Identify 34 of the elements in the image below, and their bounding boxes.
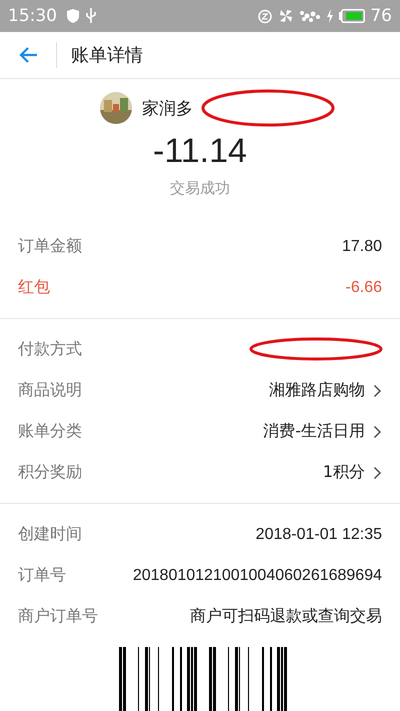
- page-title: 账单详情: [71, 44, 143, 67]
- row-label: 商户订单号: [18, 606, 98, 627]
- row-label: 创建时间: [18, 524, 82, 545]
- row-value: -6.66: [346, 278, 382, 296]
- row-label: 积分奖励: [18, 462, 82, 483]
- row-value: 2018-01-01 12:35: [256, 526, 382, 544]
- transaction-status: 交易成功: [169, 179, 231, 198]
- amount: -11.14: [152, 132, 248, 171]
- charging-icon: [326, 9, 334, 23]
- chevron-right-icon: [373, 466, 382, 480]
- signal-icon: [299, 9, 322, 23]
- row-label: 商品说明: [18, 380, 82, 401]
- merchant-name: 家润多: [142, 98, 193, 120]
- chevron-right-icon: [373, 384, 382, 398]
- row-value: 17.80: [342, 238, 382, 256]
- row-label: 订单金额: [18, 236, 82, 257]
- row-link[interactable]: 消费-生活日用: [263, 421, 382, 442]
- row-value: 商户可扫码退款或查询交易: [190, 606, 382, 627]
- row-label: 红包: [18, 277, 50, 298]
- alarm-icon: [257, 8, 274, 24]
- battery-percent: 76: [370, 6, 392, 26]
- pinwheel-icon: [278, 8, 294, 24]
- row-link[interactable]: 1积分: [322, 462, 382, 483]
- status-time: 15:30: [8, 6, 57, 26]
- row-label: 账单分类: [18, 421, 82, 442]
- row-label: 订单号: [18, 565, 66, 586]
- shield-icon: [66, 8, 80, 24]
- usb-icon: [85, 7, 97, 25]
- battery-icon: [339, 9, 366, 23]
- row-value: 2018010121001004060261689694: [132, 566, 382, 584]
- chevron-right-icon: [373, 424, 382, 438]
- back-arrow-icon: [18, 46, 38, 64]
- row-link[interactable]: 湘雅路店购物: [269, 380, 382, 401]
- row-label: 付款方式: [18, 339, 82, 360]
